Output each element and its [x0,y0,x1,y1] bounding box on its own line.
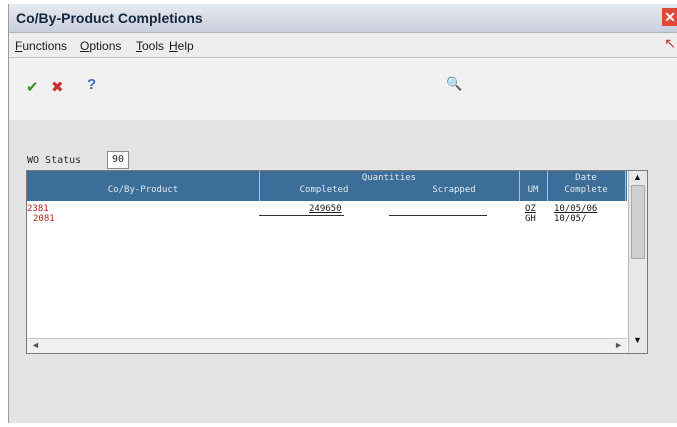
scroll-left-icon[interactable]: ◄ [31,340,40,350]
row1-scrapped-underline [389,215,487,216]
header-completed[interactable]: Completed [259,185,389,195]
header-divider [625,171,626,201]
scroll-up-icon[interactable]: ▲ [633,172,642,182]
header-divider [519,171,520,201]
row1-date[interactable]: 10/05/06 [554,204,597,214]
cancel-x-icon[interactable]: ✖ [51,78,64,96]
help-question-icon[interactable]: ? [87,76,96,93]
row1-um[interactable]: OZ [525,204,536,214]
row2-um[interactable]: GH [525,214,536,224]
products-grid: Quantities Co/By-Product Completed Scrap… [26,170,648,354]
window-title: Co/By-Product Completions [16,10,203,26]
horizontal-scrollbar[interactable]: ◄ ► [27,338,627,353]
menu-functions-label: unctions [22,39,68,53]
title-bar: Co/By-Product Completions ✕ [9,4,677,33]
scroll-down-icon[interactable]: ▼ [633,335,642,345]
menu-help-mnemonic: H [169,39,178,53]
menu-functions[interactable]: Functions [15,39,67,53]
menu-options-mnemonic: O [80,39,90,53]
menu-options[interactable]: Options [80,39,121,53]
close-button[interactable]: ✕ [662,8,677,26]
ok-check-icon[interactable]: ✔ [26,78,39,96]
menu-help-label: elp [177,39,194,53]
row1-completed-underline [259,215,344,216]
search-magnifier-icon[interactable]: 🔍 [446,76,462,92]
row2-date[interactable]: 10/05/ [554,214,587,224]
header-um[interactable]: UM [519,185,547,195]
wo-status-label: WO Status [27,155,82,166]
header-date[interactable]: Date [547,173,625,183]
header-co-by-product[interactable]: Co/By-Product [27,185,259,195]
header-complete[interactable]: Complete [547,185,625,195]
header-scrapped[interactable]: Scrapped [389,185,519,195]
scroll-right-icon[interactable]: ► [614,340,623,350]
row1-product[interactable]: 2381 [27,204,49,214]
menu-help[interactable]: Help [169,39,194,53]
vertical-scroll-thumb[interactable] [631,185,645,259]
toolbar: ✔ ✖ ? 🔍 [9,58,677,120]
grid-header: Quantities Co/By-Product Completed Scrap… [27,171,627,201]
menu-options-label: ptions [89,39,122,53]
form-area: WO Status 90 Quantities Co/By-Product Co… [9,120,677,423]
row2-product[interactable]: 2081 [33,214,55,224]
menu-tools-label: ools [142,39,165,53]
wo-status-field[interactable]: 90 [107,151,129,169]
header-divider [259,171,260,201]
menu-tools[interactable]: Tools [136,39,164,53]
row1-completed[interactable]: 249650 [309,204,342,214]
header-divider [547,171,548,201]
pin-arrow-icon[interactable]: ↖ [664,35,676,52]
menu-bar: Functions Options Tools Help ↖ [9,33,677,58]
vertical-scrollbar[interactable]: ▲ ▼ [628,171,647,353]
header-quantities: Quantities [361,173,417,183]
main-window: Co/By-Product Completions ✕ Functions Op… [8,4,677,423]
